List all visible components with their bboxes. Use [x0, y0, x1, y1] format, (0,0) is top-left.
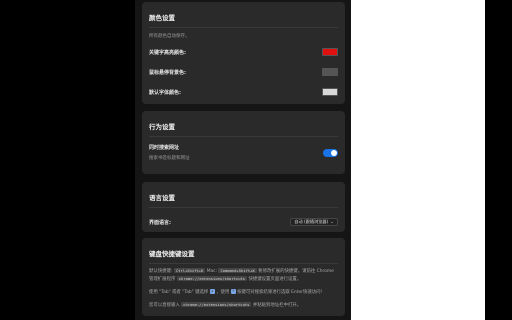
- p2-text-c: 按键可对搜索结果进行选取 Enter快速访问!: [237, 290, 323, 295]
- keyword-color-row: 关键字高亮颜色:: [149, 42, 338, 62]
- shortcut-paragraph-2: 使用 "Tab" 或者 "Tab" 键选择 ↓ ，使用 ↑ 按键可对搜索结果进行…: [149, 289, 338, 297]
- shortcut-paragraph-1: 默认快捷键: Ctrl+Shift+K Mac: Command+Shift+K…: [149, 268, 338, 276]
- p2-text-b: ，使用: [216, 290, 230, 295]
- p3-text-b: 并粘贴到地址栏中打开。: [252, 303, 302, 308]
- toggle-knob: [331, 149, 337, 156]
- hover-color-label: 鼠标悬停背景色:: [149, 69, 187, 76]
- hover-color-swatch[interactable]: [322, 68, 338, 76]
- language-select-value: 自动 (跟随浏览器): [294, 219, 329, 224]
- p1-text-d: 管理扩展程序: [149, 277, 176, 282]
- p1-text-b: Mac:: [206, 269, 218, 274]
- p1-text-e: 快捷键设置页面进行设置。: [248, 277, 302, 282]
- behavior-settings-card: 行为设置 同时搜索网址 搜索书签标题和网址: [142, 111, 345, 174]
- language-settings-card: 语言设置 界面语言: 自动 (跟随浏览器) ⌄: [142, 182, 345, 232]
- shortcuts-url-kbd-2[interactable]: chrome://extensions/shortcuts: [181, 302, 252, 307]
- page: 颜色设置 所有颜色自动保存。 关键字高亮颜色: 鼠标悬停背景色: 默认字体颜色:…: [0, 0, 512, 320]
- search-url-toggle[interactable]: [323, 148, 338, 157]
- shortcut-settings-card: 键盘快捷键设置 默认快捷键: Ctrl+Shift+K Mac: Command…: [142, 238, 345, 316]
- font-color-label: 默认字体颜色:: [149, 89, 182, 96]
- right-blank-panel: [351, 0, 485, 320]
- search-url-hint: 搜索书签标题和网址: [149, 156, 190, 161]
- font-color-swatch[interactable]: [322, 88, 338, 96]
- shortcut-paragraph-3: 您可以直接输入 chrome://extensions/shortcuts 并粘…: [149, 302, 338, 310]
- keyword-color-label: 关键字高亮颜色:: [149, 49, 187, 56]
- keyword-color-swatch[interactable]: [322, 48, 338, 56]
- p1-text-c: 要修改扩展的快捷键，请前往 Chrome: [258, 269, 334, 274]
- p1-text-a: 默认快捷键:: [149, 269, 173, 274]
- arrow-key-icon: ↑: [230, 289, 236, 294]
- language-row: 界面语言: 自动 (跟随浏览器) ⌄: [149, 212, 338, 232]
- default-shortcut-kbd: Ctrl+Shift+K: [173, 268, 206, 273]
- hover-color-row: 鼠标悬停背景色:: [149, 62, 338, 82]
- shortcut-paragraph-1b: 管理扩展程序 chrome://extensions/shortcuts 快捷键…: [149, 276, 338, 284]
- p2-text-a: 使用 "Tab" 或者 "Tab" 键选择: [149, 290, 209, 295]
- arrow-key-icon: ↓: [209, 289, 215, 294]
- color-settings-card: 颜色设置 所有颜色自动保存。 关键字高亮颜色: 鼠标悬停背景色: 默认字体颜色:: [142, 2, 345, 104]
- p3-text-a: 您可以直接输入: [149, 303, 180, 308]
- mac-shortcut-kbd: Command+Shift+K: [218, 268, 257, 273]
- search-url-label: 同时搜索网址: [149, 145, 180, 151]
- color-settings-hint: 所有颜色自动保存。: [149, 34, 190, 39]
- color-settings-title: 颜色设置: [149, 2, 338, 28]
- font-color-row: 默认字体颜色:: [149, 82, 338, 102]
- language-label: 界面语言:: [149, 219, 171, 226]
- chevron-down-icon: ⌄: [330, 219, 334, 225]
- shortcuts-url-kbd[interactable]: chrome://extensions/shortcuts: [176, 276, 248, 281]
- behavior-settings-title: 行为设置: [149, 111, 338, 137]
- language-settings-title: 语言设置: [149, 182, 338, 208]
- shortcut-settings-title: 键盘快捷键设置: [149, 238, 338, 264]
- language-select[interactable]: 自动 (跟随浏览器) ⌄: [290, 218, 338, 226]
